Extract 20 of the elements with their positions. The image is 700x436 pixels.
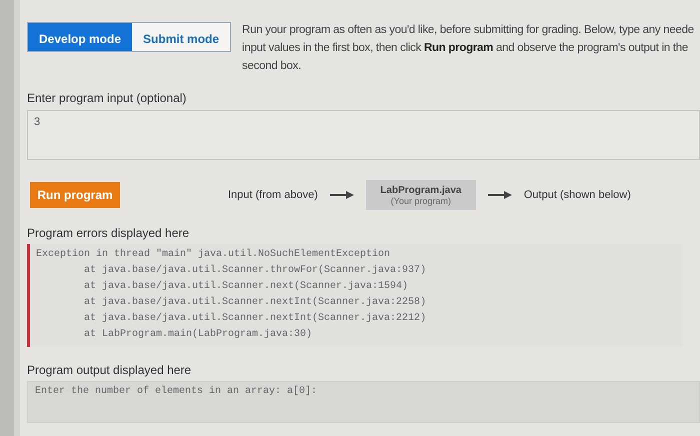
output-label: Program output displayed here <box>27 363 192 377</box>
instructions-text: Run your program as often as you'd like, before submitting for grading. Below, type any neede input values in the first box, then click Run program and observe the program's output in the second box. <box>242 23 695 74</box>
run-program-button[interactable]: Run program <box>30 182 120 208</box>
error-line: at java.base/java.util.Scanner.throwFor(Scanner.java:937) <box>83 264 428 278</box>
output-line: Enter the number of elements in an array: a[0]: <box>35 384 318 399</box>
errors-label: Program errors displayed here <box>27 226 190 240</box>
arrow-icon <box>488 191 512 199</box>
input-label: Enter program input (optional) <box>27 91 188 105</box>
error-line: Exception in thread "main" java.util.NoSuchElementException <box>36 248 392 262</box>
flow-output-label: Output (shown below) <box>524 189 631 201</box>
error-line: at LabProgram.main(LabProgram.java:30) <box>83 328 314 342</box>
flow-input-label: Input (from above) <box>228 189 318 201</box>
error-line: at java.base/java.util.Scanner.next(Scanner.java:1594) <box>83 280 410 294</box>
program-note: (Your program) <box>390 196 451 206</box>
program-name: LabProgram.java <box>380 184 462 196</box>
arrow-icon <box>330 191 354 199</box>
program-input-field[interactable]: 3 <box>27 110 700 160</box>
error-line: at java.base/java.util.Scanner.nextInt(Scanner.java:2258) <box>83 296 428 310</box>
mode-tab[interactable]: Develop mode <box>28 23 132 51</box>
error-line: at java.base/java.util.Scanner.nextInt(Scanner.java:2212) <box>83 312 428 326</box>
